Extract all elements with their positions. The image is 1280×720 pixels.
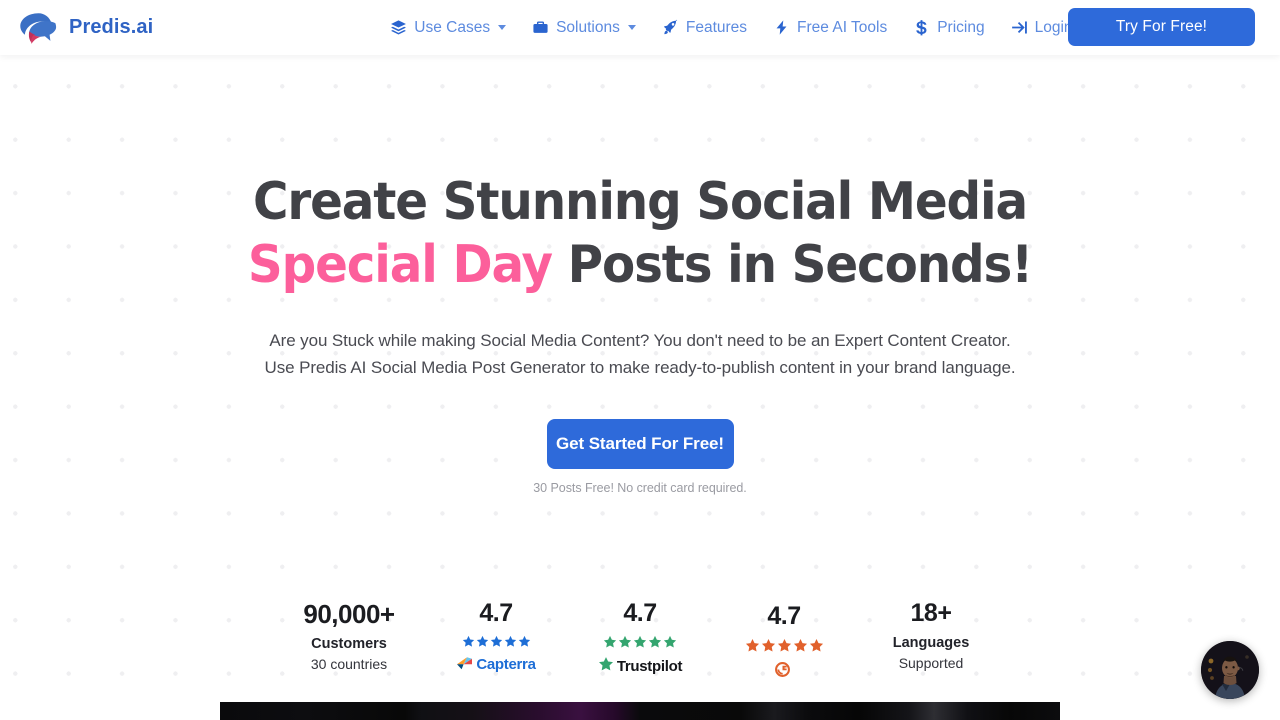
nav-label-use-cases: Use Cases <box>414 20 490 36</box>
support-chat-button[interactable] <box>1201 641 1259 699</box>
nav-label-login: Login <box>1035 20 1073 36</box>
nav-label-features: Features <box>686 20 747 36</box>
get-started-for-free-button[interactable]: Get Started For Free! <box>547 419 734 469</box>
capterra-label: Capterra <box>476 656 535 673</box>
g2-star-rating <box>712 638 856 653</box>
stat-rating-value: 4.7 <box>712 603 856 631</box>
trustpilot-star-icon <box>598 656 614 677</box>
stat-customers: 90,000+ Customers 30 countries <box>274 600 424 672</box>
capterra-brand: Capterra <box>424 655 568 675</box>
page-root: Predis.ai Use Cases Solutions <box>0 0 1280 720</box>
trustpilot-star-rating <box>568 635 712 649</box>
stat-g2: 4.7 <box>712 600 856 684</box>
stat-sublabel: Supported <box>856 655 1006 671</box>
try-for-free-button[interactable]: Try For Free! <box>1068 8 1255 46</box>
capterra-logo-icon <box>456 655 473 675</box>
subhead-line-2: Use Predis AI Social Media Post Generato… <box>265 358 1016 377</box>
stat-trustpilot: 4.7 Trustpilot <box>568 600 712 677</box>
nav-label-free-ai-tools: Free AI Tools <box>797 20 887 36</box>
stat-languages: 18+ Languages Supported <box>856 600 1006 671</box>
dollar-icon <box>913 19 930 36</box>
nav-item-pricing[interactable]: Pricing <box>913 19 984 36</box>
headline-accent: Special Day <box>248 235 552 295</box>
stat-label: Customers <box>274 636 424 652</box>
hero-video-preview[interactable] <box>220 702 1060 720</box>
main-nav: Use Cases Solutions Features <box>390 19 1072 36</box>
stat-label: Languages <box>856 635 1006 651</box>
headline-line-1: Create Stunning Social Media <box>253 172 1027 232</box>
nav-item-login[interactable]: Login <box>1011 19 1073 36</box>
hero-section: Create Stunning Social Media Special Day… <box>0 55 1280 495</box>
hero-subheadline: Are you Stuck while making Social Media … <box>0 327 1280 381</box>
chevron-down-icon <box>498 25 506 30</box>
page-title: Create Stunning Social Media Special Day… <box>45 171 1235 297</box>
nav-label-solutions: Solutions <box>556 20 620 36</box>
nav-label-pricing: Pricing <box>937 20 984 36</box>
support-agent-avatar-icon <box>1201 641 1259 699</box>
hero-cta-wrap: Get Started For Free! 30 Posts Free! No … <box>0 419 1280 495</box>
rocket-icon <box>662 19 679 36</box>
nav-item-solutions[interactable]: Solutions <box>532 19 636 36</box>
trustpilot-label: Trustpilot <box>617 658 682 675</box>
stat-sublabel: 30 countries <box>274 656 424 672</box>
social-proof-stats: 90,000+ Customers 30 countries 4.7 <box>0 600 1280 684</box>
g2-brand <box>712 660 856 684</box>
headline-line-2-rest: Posts in Seconds! <box>552 235 1032 295</box>
subhead-line-1: Are you Stuck while making Social Media … <box>269 331 1010 350</box>
g2-logo-icon <box>773 660 792 684</box>
brand-logo-link[interactable]: Predis.ai <box>16 11 153 45</box>
cta-note: 30 Posts Free! No credit card required. <box>0 481 1280 495</box>
stat-rating-value: 4.7 <box>568 600 712 628</box>
brand-name: Predis.ai <box>69 16 153 39</box>
site-header: Predis.ai Use Cases Solutions <box>0 0 1280 55</box>
nav-item-use-cases[interactable]: Use Cases <box>390 19 506 36</box>
nav-item-free-ai-tools[interactable]: Free AI Tools <box>773 19 887 36</box>
stat-number: 18+ <box>856 600 1006 628</box>
capterra-star-rating <box>424 635 568 648</box>
nav-item-features[interactable]: Features <box>662 19 747 36</box>
stat-capterra: 4.7 Capterra <box>424 600 568 675</box>
stat-number: 90,000+ <box>274 600 424 629</box>
layers-icon <box>390 19 407 36</box>
speech-bubble-logo-icon <box>16 11 60 45</box>
trustpilot-brand: Trustpilot <box>568 656 712 677</box>
bolt-icon <box>773 19 790 36</box>
briefcase-icon <box>532 19 549 36</box>
chevron-down-icon <box>628 25 636 30</box>
stat-rating-value: 4.7 <box>424 600 568 628</box>
login-icon <box>1011 19 1028 36</box>
